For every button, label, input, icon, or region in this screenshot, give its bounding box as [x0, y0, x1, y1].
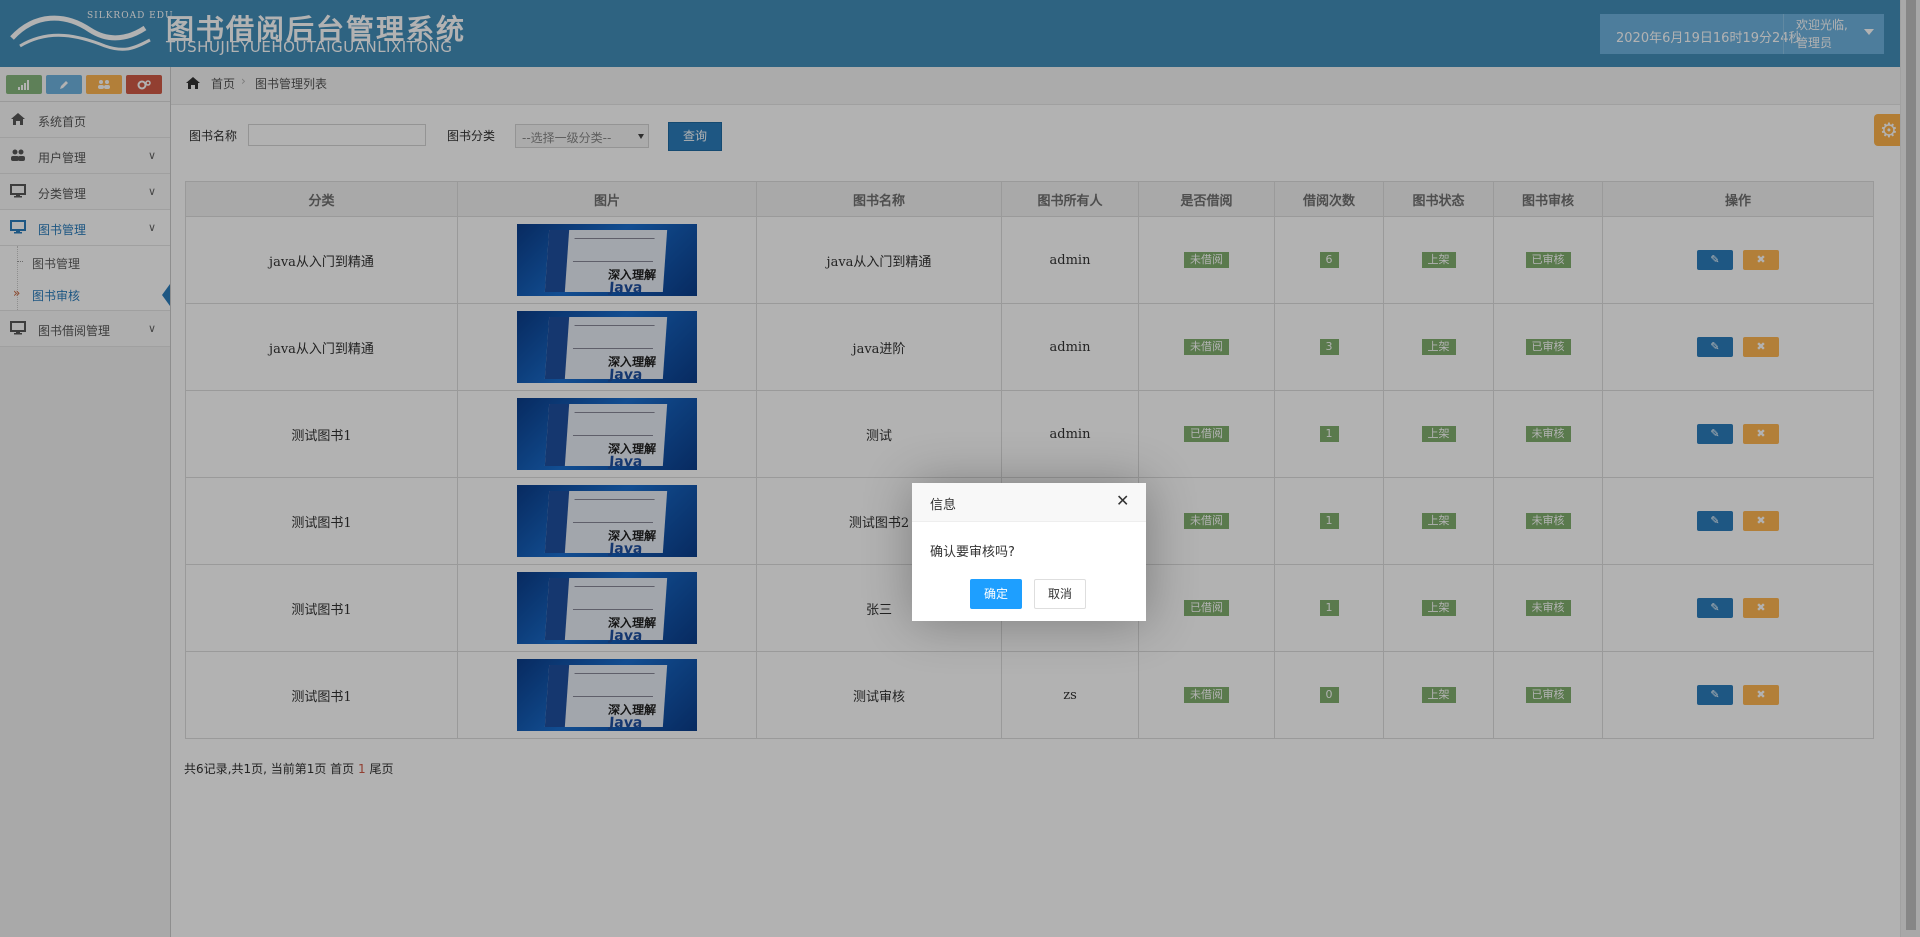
dialog-header: 信息 ✕ [912, 483, 1146, 522]
modal-overlay[interactable] [0, 0, 1920, 937]
dialog-message: 确认要审核吗? [930, 545, 1015, 560]
confirm-button[interactable]: 确定 [970, 579, 1022, 609]
close-icon[interactable]: ✕ [1116, 491, 1129, 510]
cancel-button[interactable]: 取消 [1034, 579, 1086, 609]
dialog-title: 信息 [930, 498, 957, 513]
confirm-dialog: 信息 ✕ 确认要审核吗? 确定 取消 [912, 483, 1146, 621]
